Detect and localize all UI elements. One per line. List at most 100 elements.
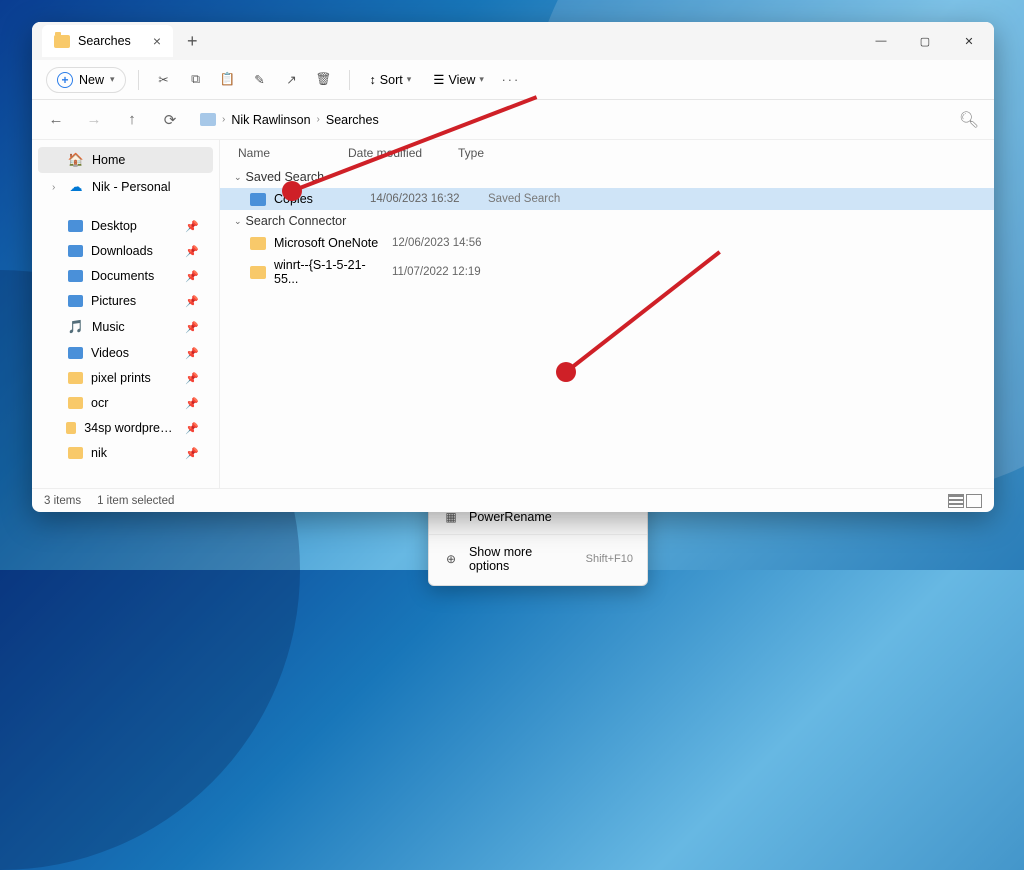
separator: [138, 70, 139, 90]
group-search-connector[interactable]: ⌄Search Connector: [220, 210, 994, 232]
chevron-down-icon: ⌄: [234, 172, 242, 183]
window-controls: — ▢ ✕: [860, 26, 990, 56]
more-icon[interactable]: ···: [498, 67, 524, 93]
sidebar-item-label: Home: [92, 153, 125, 167]
maximize-button[interactable]: ▢: [904, 26, 946, 56]
col-type[interactable]: Type: [458, 146, 976, 160]
tab-close-icon[interactable]: ×: [153, 33, 161, 49]
desktop-icon: [68, 220, 83, 232]
folder-icon: [66, 422, 77, 434]
pin-icon: 📌: [185, 270, 199, 283]
sidebar-item-label: ocr: [91, 396, 108, 410]
status-bar: 3 items 1 item selected: [32, 488, 994, 512]
copy-icon[interactable]: ⧉: [183, 67, 209, 93]
chevron-down-icon: ▾: [110, 74, 115, 85]
toolbar: + New ▾ ✂ ⧉ 📋 ✎ ↗ 🗑 ↕ Sort ▾ ☰ View ▾ ··…: [32, 60, 994, 100]
separator: [349, 70, 350, 90]
sidebar-item-documents[interactable]: Documents 📌: [38, 264, 213, 288]
file-type: Saved Search: [488, 193, 560, 205]
sidebar-item-34sp[interactable]: 34sp wordpress hosting 📌: [38, 416, 213, 440]
close-button[interactable]: ✕: [948, 26, 990, 56]
file-row-copies[interactable]: Copies 14/06/2023 16:32 Saved Search: [220, 188, 994, 210]
sidebar-item-label: pixel prints: [91, 371, 151, 385]
folder-icon: [200, 113, 216, 126]
status-selected: 1 item selected: [97, 495, 174, 507]
rename-icon[interactable]: ✎: [247, 67, 273, 93]
new-button[interactable]: + New ▾: [46, 67, 126, 93]
delete-icon[interactable]: 🗑: [311, 67, 337, 93]
back-button[interactable]: ←: [42, 106, 70, 134]
folder-icon: [68, 372, 83, 384]
cut-icon[interactable]: ✂: [151, 67, 177, 93]
chevron-down-icon: ▾: [479, 74, 484, 85]
sidebar-item-label: Downloads: [91, 244, 153, 258]
view-button[interactable]: ☰ View ▾: [425, 68, 492, 91]
sort-icon: ↕: [370, 73, 376, 87]
sidebar-item-music[interactable]: 🎵Music📌: [38, 314, 213, 340]
view-toggles: [948, 494, 982, 508]
forward-button[interactable]: →: [80, 106, 108, 134]
breadcrumb-item[interactable]: Nik Rawlinson: [231, 113, 310, 127]
sidebar-item-label: Pictures: [91, 294, 136, 308]
search-icon[interactable]: 🔍︎: [954, 110, 984, 130]
paste-icon[interactable]: 📋: [215, 67, 241, 93]
file-explorer-window: Searches × + — ▢ ✕ + New ▾ ✂ ⧉ 📋 ✎ ↗ 🗑 ↕…: [32, 22, 994, 512]
pin-icon: 📌: [185, 321, 199, 334]
body: 🏠 Home › ☁ Nik - Personal Desktop📌 Downl…: [32, 140, 994, 488]
sidebar-item-label: Desktop: [91, 219, 137, 233]
sidebar-item-home[interactable]: 🏠 Home: [38, 147, 213, 173]
sidebar-item-downloads[interactable]: Downloads 📌: [38, 239, 213, 263]
ctx-more[interactable]: ⊕Show more optionsShift+F10: [429, 539, 647, 579]
file-name: winrt--{S-1-5-21-55...: [274, 258, 384, 286]
home-icon: 🏠: [68, 152, 84, 168]
cloud-icon: ☁: [68, 179, 84, 195]
view-icon: ☰: [433, 72, 444, 87]
chevron-down-icon: ⌄: [234, 216, 242, 227]
sidebar-item-pixel-prints[interactable]: pixel prints📌: [38, 366, 213, 390]
chevron-down-icon: ▾: [407, 74, 412, 85]
sidebar-item-pictures[interactable]: Pictures📌: [38, 289, 213, 313]
sidebar-item-personal[interactable]: › ☁ Nik - Personal: [38, 174, 213, 200]
file-row-onenote[interactable]: Microsoft OneNote 12/06/2023 14:56: [220, 232, 994, 254]
pin-icon: 📌: [185, 447, 199, 460]
breadcrumb[interactable]: › Nik Rawlinson › Searches: [194, 110, 944, 130]
up-button[interactable]: ↑: [118, 106, 146, 134]
col-name[interactable]: Name: [238, 146, 348, 160]
file-date: 11/07/2022 12:19: [392, 266, 502, 278]
new-tab-button[interactable]: +: [187, 31, 198, 52]
chevron-right-icon: ›: [222, 114, 225, 125]
sidebar-item-label: nik: [91, 446, 107, 460]
refresh-button[interactable]: ⟳: [156, 106, 184, 134]
annotation-dot: [556, 362, 576, 382]
chevron-right-icon: ›: [317, 114, 320, 125]
sidebar-item-label: Documents: [91, 269, 154, 283]
videos-icon: [68, 347, 83, 359]
file-row-winrt[interactable]: winrt--{S-1-5-21-55... 11/07/2022 12:19: [220, 254, 994, 290]
details-view-icon[interactable]: [948, 494, 964, 508]
tab-searches[interactable]: Searches ×: [42, 25, 173, 57]
minimize-button[interactable]: —: [860, 26, 902, 56]
pin-icon: 📌: [185, 422, 199, 435]
plus-icon: +: [57, 72, 73, 88]
sort-button[interactable]: ↕ Sort ▾: [362, 69, 420, 91]
sidebar-item-videos[interactable]: Videos📌: [38, 341, 213, 365]
icons-view-icon[interactable]: [966, 494, 982, 508]
sidebar-item-desktop[interactable]: Desktop📌: [38, 214, 213, 238]
group-saved-search[interactable]: ⌄Saved Search: [220, 166, 994, 188]
folder-icon: [68, 397, 83, 409]
sidebar-item-ocr[interactable]: ocr📌: [38, 391, 213, 415]
sidebar-item-label: 34sp wordpress hosting: [84, 421, 177, 435]
file-date: 12/06/2023 14:56: [392, 237, 502, 249]
sidebar-item-nik[interactable]: nik 📌: [38, 441, 213, 465]
rename-icon: ▦: [443, 510, 459, 524]
pin-icon: 📌: [185, 245, 199, 258]
pictures-icon: [68, 295, 83, 307]
column-headers[interactable]: Name Date modified Type: [220, 140, 994, 166]
sidebar-item-label: Nik - Personal: [92, 180, 171, 194]
saved-search-icon: [250, 193, 266, 206]
folder-icon: [68, 447, 83, 459]
breadcrumb-item[interactable]: Searches: [326, 113, 379, 127]
sidebar: 🏠 Home › ☁ Nik - Personal Desktop📌 Downl…: [32, 140, 220, 488]
share-icon[interactable]: ↗: [279, 67, 305, 93]
view-label: View: [448, 73, 475, 87]
